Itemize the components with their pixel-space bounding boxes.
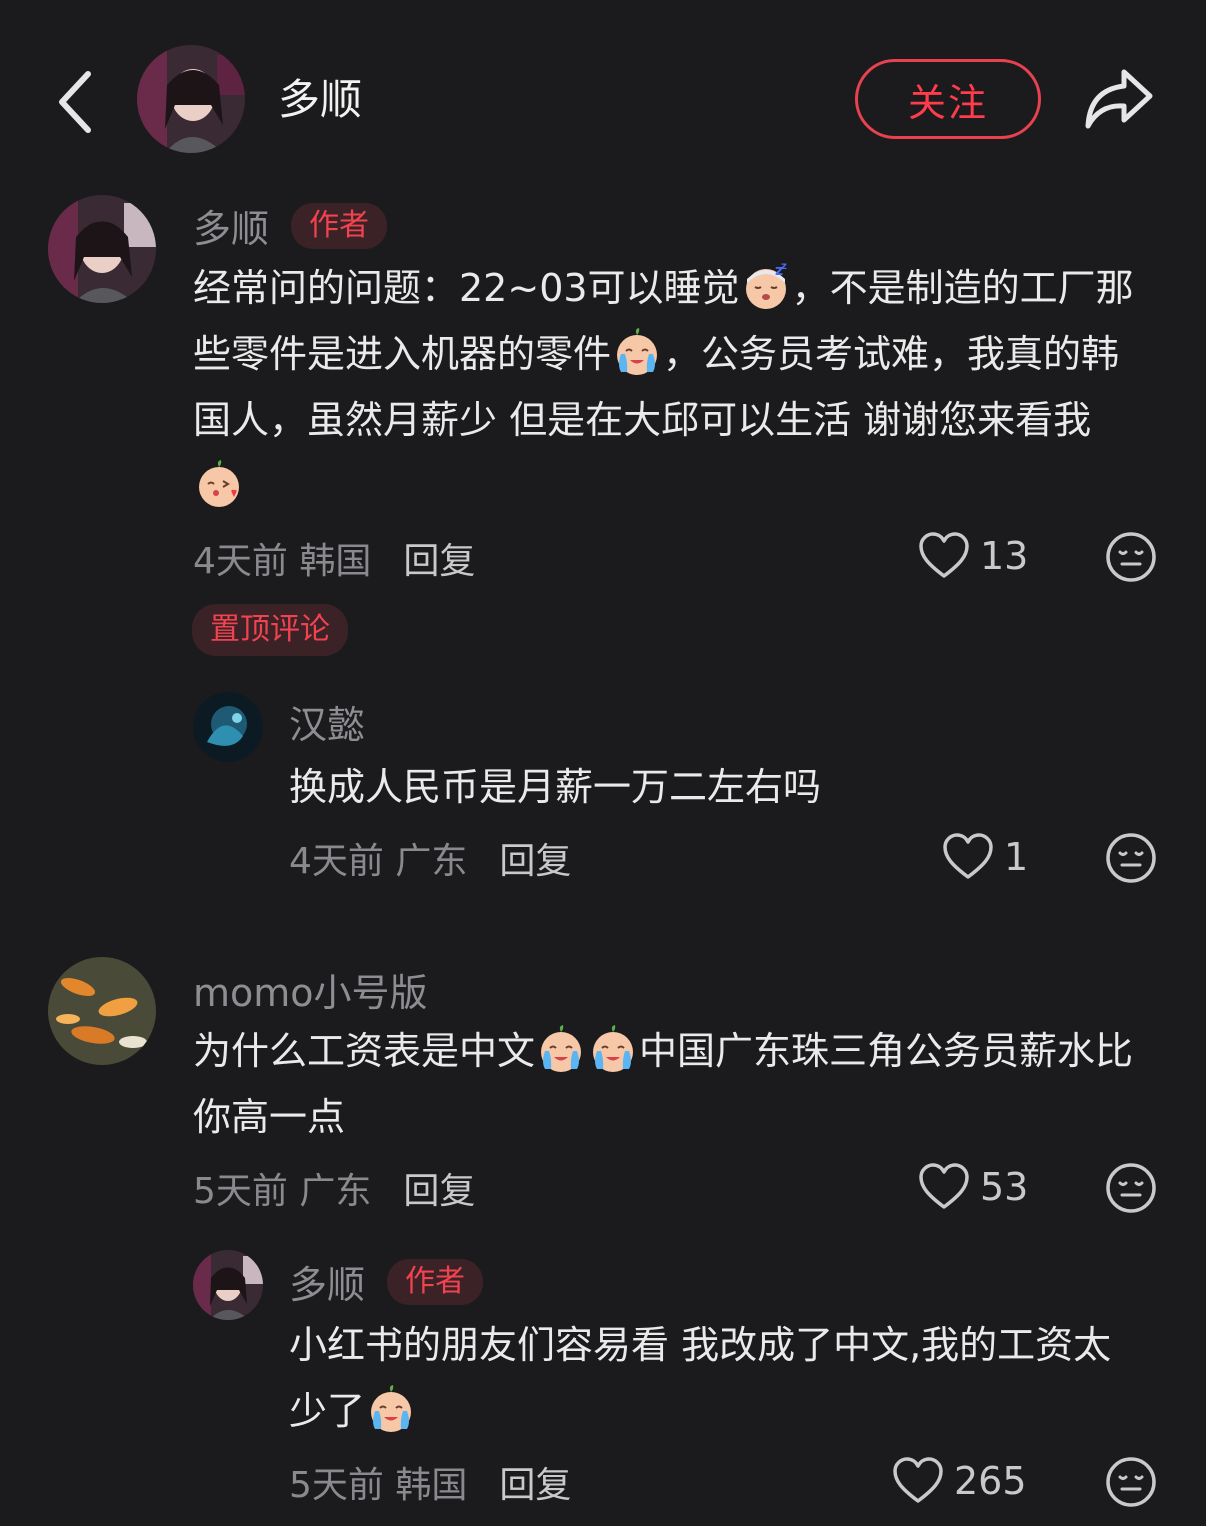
dislike-face-icon[interactable] <box>1105 832 1157 884</box>
avatar[interactable] <box>48 957 156 1065</box>
comment-meta: 4天前 韩国 回复 <box>193 532 475 584</box>
cry-emoji-icon <box>540 1024 583 1073</box>
heart-icon <box>919 532 969 578</box>
like-count: 13 <box>980 534 1029 578</box>
avatar[interactable] <box>193 692 263 762</box>
like-count: 53 <box>980 1165 1029 1209</box>
username[interactable]: 多顺 <box>289 1254 365 1309</box>
share-icon[interactable] <box>1082 66 1156 132</box>
like-button[interactable]: 1 <box>942 833 1028 881</box>
author-badge: 作者 <box>291 202 388 249</box>
timestamp: 5天前 韩国 <box>289 1465 468 1506</box>
top-bar: 多顺 关注 <box>0 0 1206 190</box>
author-badge: 作者 <box>387 1258 484 1305</box>
comment-header: momo小号版 <box>193 962 428 1017</box>
comment-meta: 4天前 广东 回复 <box>289 832 571 884</box>
comment-meta: 5天前 韩国 回复 <box>289 1456 571 1508</box>
dislike-face-icon[interactable] <box>1105 531 1157 583</box>
comment-header: 汉懿 <box>289 694 365 749</box>
comment-header: 多顺 作者 <box>289 1254 484 1309</box>
reply-button[interactable]: 回复 <box>499 1456 571 1508</box>
comment-text: 小红书的朋友们容易看 我改成了中文,我的工资太少了 <box>289 1323 1112 1433</box>
pinned-badge: 置顶评论 <box>192 604 348 656</box>
comment-text: 换成人民币是月薪一万二左右吗 <box>289 765 822 809</box>
dislike-face-icon[interactable] <box>1105 1162 1157 1214</box>
timestamp: 4天前 广东 <box>289 841 468 882</box>
dislike-face-icon[interactable] <box>1105 1456 1157 1508</box>
avatar[interactable] <box>48 195 156 303</box>
username[interactable]: momo小号版 <box>193 962 428 1017</box>
reply-button[interactable]: 回复 <box>403 1162 475 1214</box>
comment-meta: 5天前 广东 回复 <box>193 1162 475 1214</box>
kiss-emoji-icon <box>198 459 240 508</box>
avatar[interactable] <box>193 1250 263 1320</box>
avatar[interactable] <box>137 45 245 153</box>
heart-icon <box>893 1457 943 1503</box>
comment-text: 经常问的问题：22~03可以睡觉 ，不是制造的工厂那些零件是进入机器的零件 ，公务员… <box>193 255 1143 519</box>
cry-emoji-icon <box>616 327 659 376</box>
cry-emoji-icon <box>370 1384 413 1433</box>
sleep-emoji-icon <box>744 261 788 310</box>
comment-text: 为什么工资表是中文 中国广东珠三角公务员薪水比你高一点 <box>193 1018 1143 1150</box>
like-count: 265 <box>954 1459 1027 1503</box>
heart-icon <box>943 833 993 879</box>
comment-header: 多顺 作者 <box>193 198 388 253</box>
reply-button[interactable]: 回复 <box>499 832 571 884</box>
page-title: 多顺 <box>278 75 363 124</box>
like-button[interactable]: 13 <box>918 532 1028 580</box>
timestamp: 4天前 韩国 <box>193 541 372 582</box>
like-count: 1 <box>1004 835 1029 879</box>
like-button[interactable]: 265 <box>892 1457 1027 1505</box>
like-button[interactable]: 53 <box>918 1163 1028 1211</box>
reply-button[interactable]: 回复 <box>403 532 475 584</box>
follow-button[interactable]: 关注 <box>855 59 1041 139</box>
cry-emoji-icon <box>592 1024 635 1073</box>
timestamp: 5天前 广东 <box>193 1171 372 1212</box>
username[interactable]: 多顺 <box>193 198 269 253</box>
username[interactable]: 汉懿 <box>289 694 365 749</box>
heart-icon <box>919 1163 969 1209</box>
back-arrow-icon[interactable] <box>48 62 104 142</box>
